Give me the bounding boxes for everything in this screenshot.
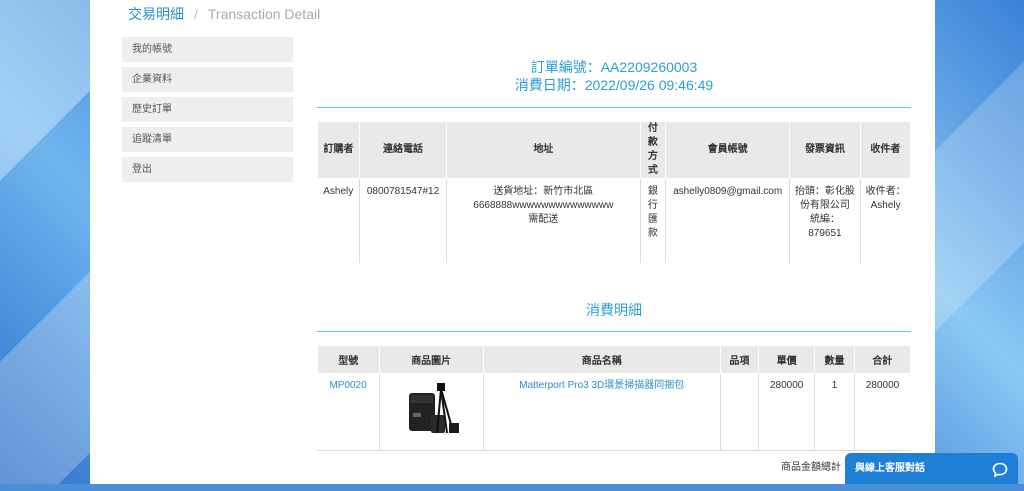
detail-title: 消費明細	[586, 302, 642, 318]
col-model: 型號	[317, 345, 380, 374]
order-header: 訂單編號：AA2209260003 消費日期：2022/09/26 09:46:…	[317, 58, 911, 94]
invoice-title: 抬頭：彰化股份有限公司	[794, 186, 855, 211]
col-variant: 品項	[719, 345, 760, 374]
total-label: 商品金額總計	[781, 462, 841, 473]
model-link[interactable]: MP0020	[317, 373, 380, 450]
buyer-cell: Ashely	[317, 178, 360, 263]
col-invoice: 發票資訊	[789, 121, 861, 179]
variant-cell	[720, 373, 760, 450]
items-table: 型號 商品圖片 商品名稱 品項 單價 數量 合計 MP0020 Matterpo…	[317, 345, 912, 450]
sidebar: 我的帳號 企業資料 歷史訂單 追蹤清單 登出	[122, 37, 293, 187]
breadcrumb-english: Transaction Detail	[207, 6, 321, 22]
product-image[interactable]	[391, 379, 471, 439]
address-line: 送貨地址：新竹市北區	[493, 186, 594, 197]
subtotal-cell: 280000	[865, 380, 900, 391]
col-buyer: 訂購者	[317, 121, 360, 179]
chat-bubble-icon	[992, 460, 1008, 491]
divider	[317, 450, 911, 451]
col-address: 地址	[446, 121, 641, 179]
breadcrumb-current[interactable]: 交易明細	[128, 6, 184, 22]
sidebar-item-company[interactable]: 企業資料	[122, 67, 293, 92]
col-phone: 連絡電話	[358, 121, 448, 179]
order-date: 消費日期：2022/09/26 09:46:49	[514, 77, 714, 93]
col-qty: 數量	[814, 345, 855, 374]
address-cell: 送貨地址：新竹市北區 6668888wwwwwwwwwwwwww 需配送	[446, 178, 641, 263]
product-name-link[interactable]: Matterport Pro3 3D環景掃描器同捆包	[483, 373, 721, 450]
main-page: 交易明細 / Transaction Detail 我的帳號 企業資料 歷史訂單 追…	[90, 0, 935, 484]
table-header-row: 訂購者 連絡電話 地址 付款方式 會員帳號 發票資訊 收件者	[317, 121, 912, 179]
live-chat-button[interactable]: 與線上客服對話	[845, 453, 1018, 484]
breadcrumb-separator: /	[194, 6, 198, 22]
col-member: 會員帳號	[665, 121, 791, 179]
order-info-table: 訂購者 連絡電話 地址 付款方式 會員帳號 發票資訊 收件者 Ashely 08…	[317, 121, 912, 264]
col-price: 單價	[757, 345, 816, 374]
table-row: Ashely 0800781547#12 送貨地址：新竹市北區 6668888w…	[317, 178, 911, 264]
phone-cell: 0800781547#12	[359, 178, 448, 263]
col-payment: 付款方式	[639, 121, 667, 179]
invoice-cell: 抬頭：彰化股份有限公司 統編：879651	[789, 178, 861, 263]
price-cell: 280000	[758, 373, 816, 450]
divider	[317, 107, 911, 108]
sidebar-item-tracking[interactable]: 追蹤清單	[122, 127, 293, 152]
col-image: 商品圖片	[378, 345, 484, 374]
chat-label: 與線上客服對話	[855, 463, 925, 474]
recipient-cell: 收件者： Ashely	[860, 179, 910, 264]
address-line: 需配送	[528, 214, 559, 225]
recipient-name: Ashely	[870, 200, 901, 211]
payment-cell: 銀行匯款	[640, 178, 667, 263]
order-number: 訂單編號：AA2209260003	[530, 59, 698, 75]
address-line: 6668888wwwwwwwwwwwwww	[473, 200, 614, 211]
divider	[317, 331, 911, 332]
recipient-label: 收件者：	[865, 186, 906, 197]
breadcrumb: 交易明細 / Transaction Detail	[128, 4, 320, 24]
sidebar-item-logout[interactable]: 登出	[122, 157, 293, 182]
invoice-taxid: 統編：879651	[808, 214, 842, 239]
sidebar-item-order-history[interactable]: 歷史訂單	[122, 97, 293, 122]
qty-cell: 1	[814, 373, 855, 450]
col-name: 商品名稱	[482, 345, 721, 374]
table-row: MP0020 Matterport Pro3 3D環景掃描器同捆包 280000…	[317, 373, 911, 450]
product-image-cell	[379, 373, 484, 450]
col-recipient: 收件者	[859, 121, 912, 179]
table-header-row: 型號 商品圖片 商品名稱 品項 單價 數量 合計	[317, 345, 912, 374]
member-cell: ashelly0809@gmail.com	[665, 178, 791, 263]
sidebar-item-account[interactable]: 我的帳號	[122, 37, 293, 62]
col-subtotal: 合計	[853, 345, 912, 374]
